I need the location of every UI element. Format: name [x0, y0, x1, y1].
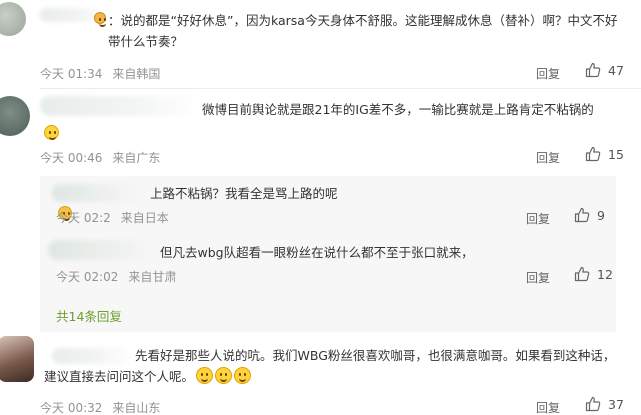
like-button[interactable]: 15	[585, 146, 624, 162]
reply-text: 但凡去wbg队超看一眼粉丝在说什么都不至于张口就来，	[160, 245, 474, 260]
thumbs-up-icon	[585, 396, 601, 412]
like-button[interactable]: 9	[574, 207, 605, 223]
thumbs-up-icon	[585, 62, 601, 78]
like-count: 37	[608, 396, 624, 412]
like-count: 47	[608, 62, 624, 78]
thumbs-up-icon	[574, 207, 590, 223]
thumbs-up-icon	[574, 266, 590, 282]
comment-location: 来自山东	[112, 401, 161, 415]
avatar[interactable]	[0, 2, 26, 36]
comment-text-body: 先看好是那些人说的吭。我们WBG粉丝很喜欢咖哥，也很满意咖哥。如果看到这种话，建…	[44, 348, 616, 384]
grinning-face-emoji	[196, 367, 214, 384]
reply-text: 上路不粘锅？我看全是骂上路的呢	[150, 186, 338, 201]
reply-location: 来自甘肃	[128, 270, 177, 284]
grinning-face-emoji	[234, 367, 252, 384]
reply-button[interactable]: 回复	[536, 149, 560, 166]
grinning-face-emoji	[44, 125, 59, 140]
comment-meta: 今天 00:46 来自广东	[40, 149, 170, 166]
comment-text: 微博目前舆论就是跟21年的IG差不多，一输比赛就是上路肯定不粘锅的	[202, 102, 594, 117]
like-button[interactable]: 37	[585, 396, 624, 412]
reply-button[interactable]: 回复	[536, 65, 560, 82]
reply-button[interactable]: 回复	[526, 269, 550, 286]
reply-button[interactable]: 回复	[536, 399, 560, 415]
avatar[interactable]	[0, 96, 30, 136]
like-button[interactable]: 47	[585, 62, 624, 78]
comment-meta: 今天 00:32 来自山东	[40, 399, 170, 415]
comment-text: ：说的都是“好好休息”，因为karsa今天身体不舒服。这能理解成休息（替补）啊？…	[108, 13, 618, 49]
reply-button[interactable]: 回复	[526, 210, 550, 227]
reply-time: 今天 02:2	[56, 211, 111, 225]
comment-meta: 今天 01:34 来自韩国	[40, 65, 170, 82]
more-replies-link[interactable]: 共14条回复	[56, 306, 122, 325]
reply-meta: 今天 02:02 来自甘肃	[56, 268, 186, 285]
blurred-username	[40, 96, 200, 116]
comment-time: 今天 01:34	[40, 67, 103, 81]
comment-text: 先看好是那些人说的吭。我们WBG粉丝很喜欢咖哥，也很满意咖哥。如果看到这种话，建…	[44, 345, 626, 387]
like-count: 12	[597, 266, 613, 282]
grinning-face-emoji	[94, 12, 106, 27]
blurred-username	[48, 240, 152, 260]
reply-meta: 今天 02:2 来自日本	[56, 209, 179, 226]
thumbs-up-icon	[585, 146, 601, 162]
avatar[interactable]	[0, 336, 34, 382]
blurred-username	[52, 184, 144, 202]
comment-time: 今天 00:46	[40, 151, 103, 165]
comment-location: 来自广东	[112, 151, 161, 165]
like-button[interactable]: 12	[574, 266, 613, 282]
reply-location: 来自日本	[120, 211, 169, 225]
comment-time: 今天 00:32	[40, 401, 103, 415]
like-count: 9	[597, 207, 605, 223]
like-count: 15	[608, 146, 624, 162]
grinning-face-emoji	[215, 367, 233, 384]
comment-location: 来自韩国	[112, 67, 161, 81]
reply-time: 今天 02:02	[56, 270, 119, 284]
divider	[40, 88, 641, 89]
